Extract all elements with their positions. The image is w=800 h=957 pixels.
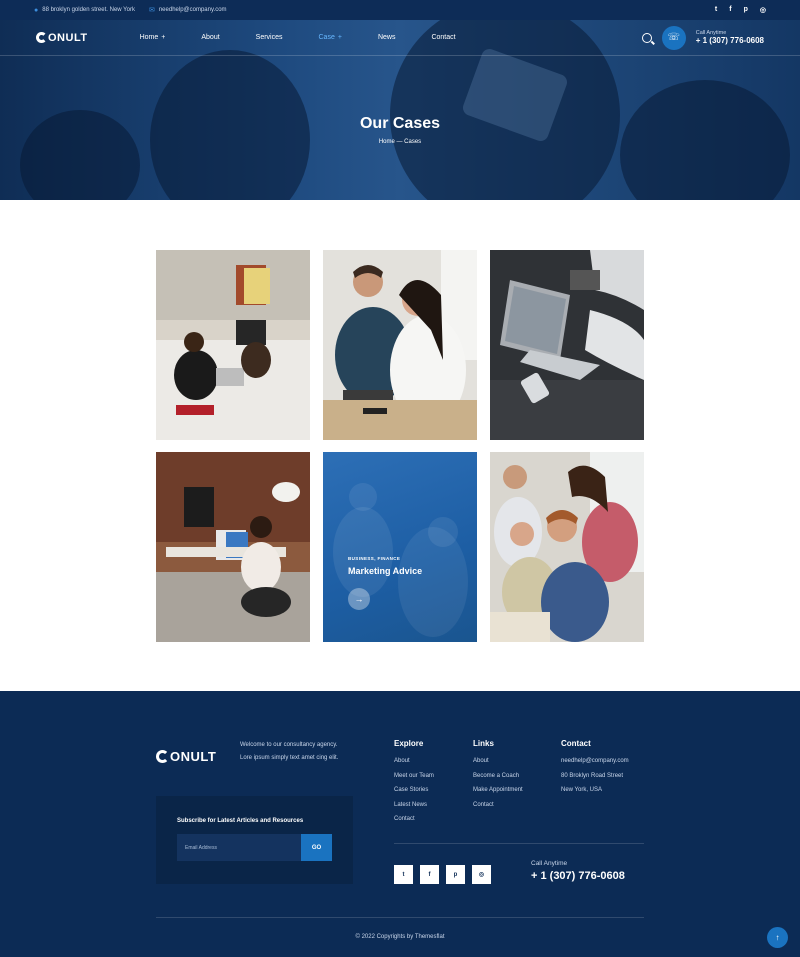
site-footer: ONULT Welcome to our consultancy agency.…: [0, 691, 800, 957]
page-hero: ONULT Home + About Services Case + News Co…: [0, 20, 800, 200]
facebook-icon[interactable]: f: [729, 6, 731, 14]
nav-about[interactable]: About: [201, 34, 219, 41]
nav-case[interactable]: Case +: [319, 34, 342, 41]
nav-contact[interactable]: Contact: [431, 34, 455, 41]
case-card[interactable]: [490, 452, 644, 642]
team-photo: [490, 452, 644, 642]
contact-heading: Contact: [561, 739, 591, 748]
instagram-icon[interactable]: ◎: [760, 6, 766, 14]
featured-case-card[interactable]: BUSINESS, FINANCE Marketing Advice →: [323, 452, 477, 642]
case-title[interactable]: Marketing Advice: [348, 566, 422, 576]
facebook-icon[interactable]: f: [420, 865, 439, 884]
breadcrumb: Home — Cases: [0, 139, 800, 145]
nav-case-plus-icon: +: [337, 34, 342, 41]
footer-contact-column: Contact needhelp@company.com 80 Broklyn …: [561, 739, 629, 798]
mail-icon: ✉: [148, 7, 155, 14]
nav-home-label: Home: [139, 34, 159, 41]
nav-home-plus-icon: +: [161, 34, 166, 41]
map-pin-icon: ●: [34, 6, 39, 14]
nav-case-label: Case: [318, 34, 335, 41]
main-menu: Home + About Services Case + News Contact: [140, 34, 492, 41]
phone-icon: ☏: [661, 25, 686, 50]
arrow-right-icon[interactable]: →: [348, 588, 370, 610]
nav-news-label: News: [377, 34, 396, 41]
nav-right: ☏ Call Anytime + 1 (307) 776-0608: [641, 25, 764, 50]
workspace-photo: [156, 452, 310, 642]
subscribe-go-button[interactable]: GO: [301, 834, 332, 861]
top-social-links: t f p ◎: [715, 6, 766, 14]
nav-home[interactable]: Home +: [140, 34, 166, 41]
footer-logo-text: ONULT: [170, 749, 217, 764]
footer-link[interactable]: Meet our Team: [394, 769, 434, 784]
email-info[interactable]: ✉ needhelp@company.com: [149, 6, 227, 14]
links-heading: Links: [473, 739, 494, 748]
call-number[interactable]: + 1 (307) 776-0608: [696, 36, 764, 45]
footer-link[interactable]: Latest News: [394, 798, 434, 813]
meeting-photo: [323, 250, 477, 440]
office-photo: [156, 250, 310, 440]
footer-link[interactable]: Case Stories: [394, 783, 434, 798]
footer-bottom-divider: [156, 917, 644, 918]
twitter-icon[interactable]: t: [394, 865, 413, 884]
nav-services[interactable]: Services: [256, 34, 283, 41]
explore-heading: Explore: [394, 739, 424, 748]
laptop-photo: [490, 250, 644, 440]
footer-call-number[interactable]: + 1 (307) 776-0608: [531, 870, 625, 882]
search-icon[interactable]: [641, 32, 652, 43]
subscribe-box: Subscribe for Latest Articles and Resour…: [156, 796, 353, 884]
address-text: 88 broklyn golden street. New York: [42, 7, 135, 13]
footer-link[interactable]: Contact: [473, 798, 523, 813]
case-card[interactable]: [490, 250, 644, 440]
logo-mark-icon: [36, 32, 47, 43]
nav-about-label: About: [201, 34, 220, 41]
subscribe-heading: Subscribe for Latest Articles and Resour…: [177, 818, 304, 824]
footer-divider: [394, 843, 644, 844]
footer-links-column: Links About Become a Coach Make Appointm…: [473, 739, 523, 812]
footer-explore-column: Explore About Meet our Team Case Stories…: [394, 739, 434, 827]
email-field[interactable]: Email Address: [177, 834, 301, 861]
scroll-to-top-button[interactable]: ↑: [767, 927, 788, 948]
footer-link[interactable]: Make Appointment: [473, 783, 523, 798]
footer-link[interactable]: Become a Coach: [473, 769, 523, 784]
contact-email[interactable]: needhelp@company.com: [561, 754, 629, 769]
logo-mark-icon: [156, 750, 169, 763]
contact-city: New York, USA: [561, 787, 603, 793]
footer-social-links: t f p ◎: [394, 865, 491, 884]
case-category: BUSINESS, FINANCE: [348, 556, 401, 561]
footer-link[interactable]: Contact: [394, 812, 434, 827]
subscribe-form: Email Address GO: [177, 834, 332, 861]
footer-about-text: Welcome to our consultancy agency. Lore …: [240, 742, 339, 761]
case-card[interactable]: [156, 250, 310, 440]
twitter-icon[interactable]: t: [715, 6, 717, 14]
case-card[interactable]: [156, 452, 310, 642]
footer-call-label: Call Anytime: [531, 860, 568, 867]
instagram-icon[interactable]: ◎: [472, 865, 491, 884]
footer-link[interactable]: About: [394, 754, 434, 769]
featured-photo-overlay: [333, 483, 468, 637]
page-title: Our Cases: [359, 115, 441, 132]
pinterest-icon[interactable]: p: [744, 6, 748, 14]
copyright-text: © 2022 Copyrights by Themesflat: [355, 934, 445, 940]
breadcrumb-home[interactable]: Home: [379, 139, 395, 145]
footer-logo[interactable]: ONULT: [156, 749, 216, 764]
nav-news[interactable]: News: [378, 34, 396, 41]
case-card[interactable]: [323, 250, 477, 440]
contact-address: 80 Broklyn Road Street: [561, 772, 624, 779]
footer-call: Call Anytime + 1 (307) 776-0608: [531, 860, 625, 882]
top-bar: ● 88 broklyn golden street. New York ✉ n…: [0, 0, 800, 20]
nav-services-label: Services: [255, 34, 283, 41]
pinterest-icon[interactable]: p: [446, 865, 465, 884]
address-info: ● 88 broklyn golden street. New York: [34, 7, 135, 14]
email-text[interactable]: needhelp@company.com: [159, 7, 227, 13]
breadcrumb-separator: —: [396, 139, 403, 145]
main-navbar: ONULT Home + About Services Case + News Co…: [0, 20, 800, 56]
site-logo[interactable]: ONULT: [36, 32, 88, 44]
breadcrumb-current: Cases: [404, 139, 422, 145]
call-block: Call Anytime + 1 (307) 776-0608: [696, 30, 764, 45]
nav-contact-label: Contact: [431, 34, 456, 41]
footer-link[interactable]: About: [473, 754, 523, 769]
logo-text: ONULT: [48, 31, 88, 44]
